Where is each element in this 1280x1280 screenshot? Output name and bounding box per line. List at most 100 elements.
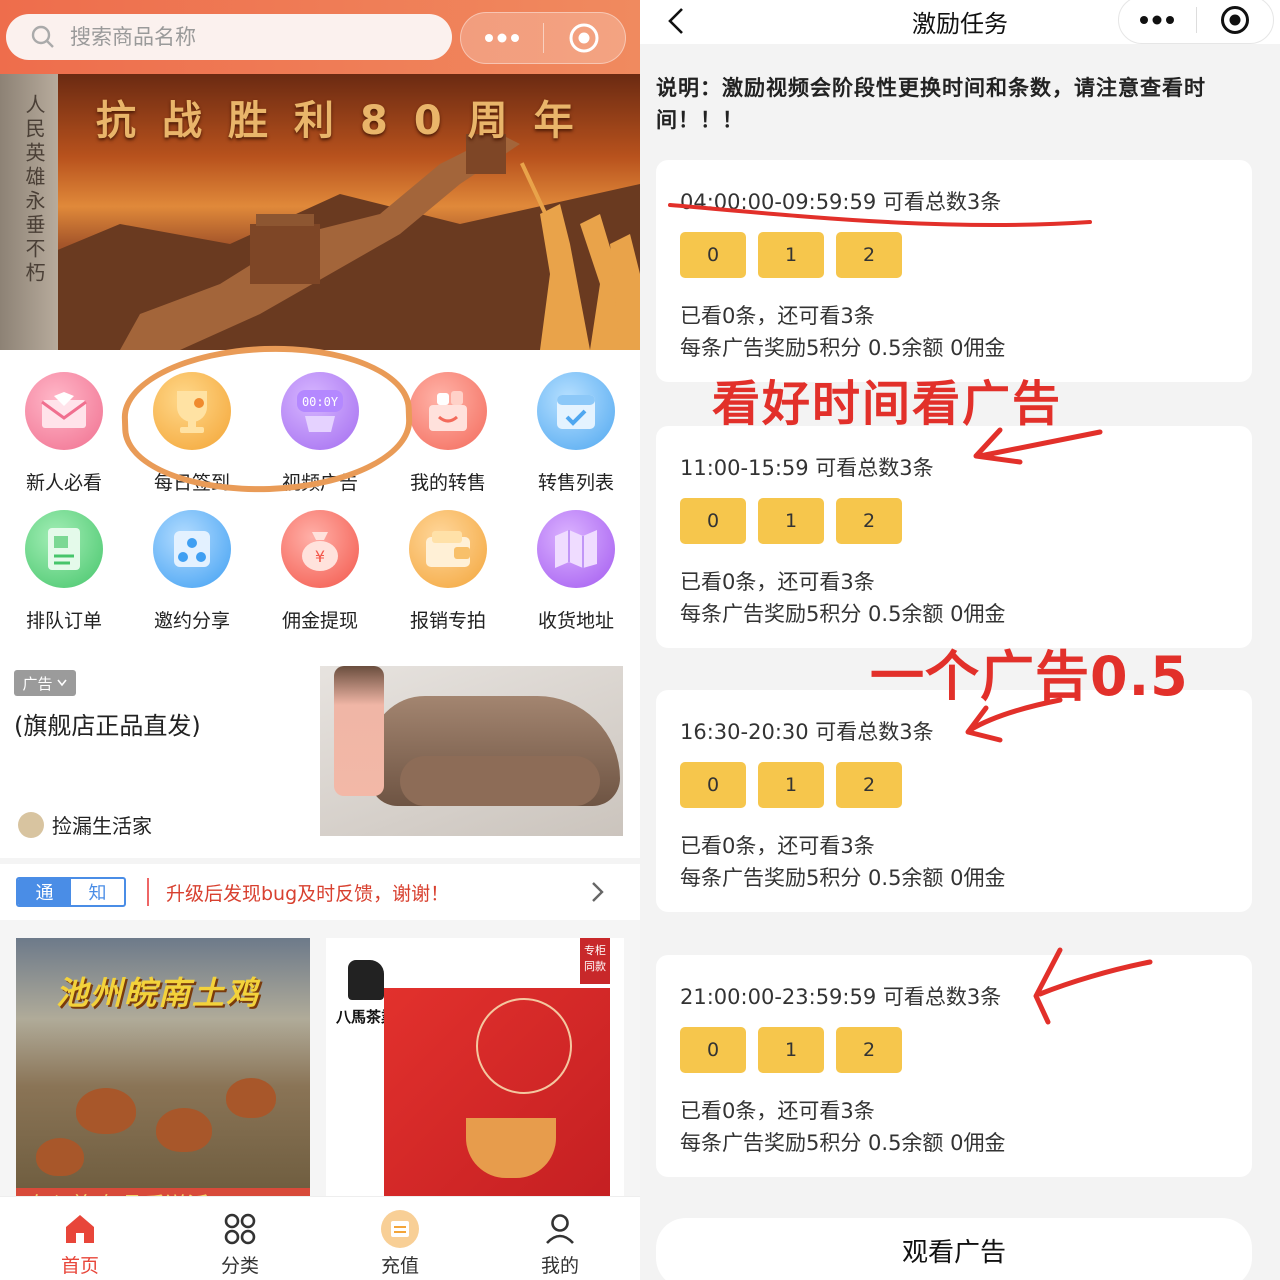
promo-banner[interactable]: 人民英雄永垂不朽 抗战胜利80周年 <box>0 74 640 350</box>
watched-status: 已看0条，还可看3条 <box>680 304 875 328</box>
hen-shape <box>36 1138 84 1176</box>
tab-mine[interactable]: 我的 <box>480 1197 640 1280</box>
tab-label: 充值 <box>380 1255 419 1277</box>
nav-bar: 激励任务 <box>640 0 1280 44</box>
annotation-text: 一个广告0.5 <box>870 645 1189 708</box>
monument-pillar: 人民英雄永垂不朽 <box>0 74 58 350</box>
target-close-icon <box>569 23 599 53</box>
close-miniprogram-button[interactable] <box>1197 0 1274 43</box>
ad-slot-button[interactable]: 1 <box>758 1027 824 1073</box>
grid-item-label: 新人必看 <box>25 472 102 494</box>
notice-text: 升级后发现bug及时反馈，谢谢！ <box>166 883 450 905</box>
more-dots-icon <box>1140 15 1175 25</box>
watched-status: 已看0条，还可看3条 <box>680 834 875 858</box>
ad-block[interactable]: 广告 (旗舰店正品直发) 捡漏生活家 <box>0 660 640 848</box>
ad-slot-button[interactable]: 2 <box>836 762 902 808</box>
brand-avatar <box>18 811 44 838</box>
ad-slot-buttons: 0 1 2 <box>680 1027 914 1073</box>
grid-item-invite-share[interactable]: 邀约分享 <box>128 494 256 634</box>
notice-badge-part2: 知 <box>88 883 107 904</box>
ad-brand: 捡漏生活家 <box>18 810 152 839</box>
chevron-right-icon[interactable] <box>590 880 606 904</box>
time-range: 21:00:00-23:59:59 可看总数3条 <box>680 985 1002 1009</box>
ad-slot-button[interactable]: 1 <box>758 762 824 808</box>
ad-slot-button[interactable]: 1 <box>758 498 824 544</box>
recharge-icon <box>381 1210 419 1248</box>
reward-info: 每条广告奖励5积分 0.5余额 0佣金 <box>680 866 1006 890</box>
grid-item-shipping-address[interactable]: 收货地址 <box>512 494 640 634</box>
ad-slot-button[interactable]: 2 <box>836 498 902 544</box>
ad-slot-buttons: 0 1 2 <box>680 762 914 808</box>
category-grid-icon <box>224 1213 256 1245</box>
ad-slot-button[interactable]: 0 <box>680 232 746 278</box>
more-dots-icon <box>484 33 519 43</box>
bottom-tab-bar: 首页 分类 充值 我的 <box>0 1196 640 1280</box>
envelope-icon <box>25 372 103 450</box>
ad-slot-button[interactable]: 2 <box>836 1027 902 1073</box>
time-range: 16:30-20:30 可看总数3条 <box>680 720 934 744</box>
task-card: 21:00:00-23:59:59 可看总数3条 0 1 2 已看0条，还可看3… <box>656 955 1252 1177</box>
grid-item-resale-list[interactable]: 转售列表 <box>512 356 640 496</box>
hen-shape <box>76 1088 136 1134</box>
ad-image-sofa[interactable] <box>320 666 623 836</box>
search-bar[interactable] <box>6 14 452 60</box>
grid-item-label: 佣金提现 <box>281 610 358 632</box>
sofa-seat <box>400 756 600 806</box>
product-feed: 池州皖南土鸡 自心养鸡 品质送活 八馬茶業 专柜同款 <box>0 920 640 1208</box>
horse-logo-icon <box>348 960 384 1000</box>
ad-slot-button[interactable]: 0 <box>680 1027 746 1073</box>
grid-item-newcomer[interactable]: 新人必看 <box>0 356 128 496</box>
more-menu-button[interactable] <box>461 13 543 63</box>
task-card: 11:00-15:59 可看总数3条 0 1 2 已看0条，还可看3条 每条广告… <box>656 426 1252 648</box>
ad-tag[interactable]: 广告 <box>14 670 76 696</box>
grid-item-label: 转售列表 <box>537 472 614 494</box>
grid-item-label: 邀约分享 <box>153 610 230 632</box>
reward-info: 每条广告奖励5积分 0.5余额 0佣金 <box>680 602 1006 626</box>
hen-shape <box>226 1078 276 1118</box>
notice-badge-part1: 通 <box>18 879 71 905</box>
ad-slot-buttons: 0 1 2 <box>680 498 914 544</box>
banner-title: 抗战胜利80周年 <box>96 98 600 144</box>
tab-recharge[interactable]: 充值 <box>320 1197 480 1280</box>
task-card: 04:00:00-09:59:59 可看总数3条 0 1 2 已看0条，还可看3… <box>656 160 1252 382</box>
chevron-down-icon <box>56 679 67 687</box>
search-input[interactable] <box>70 25 410 49</box>
wallet-icon <box>409 510 487 588</box>
target-close-icon <box>1220 6 1249 34</box>
calendar-icon <box>537 372 615 450</box>
ad-slot-buttons: 0 1 2 <box>680 232 914 278</box>
share-icon <box>153 510 231 588</box>
ad-title: (旗舰店正品直发) <box>14 712 201 740</box>
more-menu-button[interactable] <box>1119 0 1196 43</box>
incentive-task-screen: 激励任务 说明：激励视频会阶段性更换时间和条数，请注意查看时间！！！ 04:00… <box>640 0 1280 1280</box>
watched-status: 已看0条，还可看3条 <box>680 570 875 594</box>
document-icon <box>25 510 103 588</box>
watch-ad-button[interactable]: 观看广告 <box>656 1218 1252 1280</box>
monument-inscription: 人民英雄永垂不朽 <box>22 94 46 286</box>
tab-home[interactable]: 首页 <box>0 1197 160 1280</box>
map-icon <box>537 510 615 588</box>
grid-item-label: 排队订单 <box>25 610 102 632</box>
time-range: 04:00:00-09:59:59 可看总数3条 <box>680 190 1002 214</box>
ad-slot-button[interactable]: 1 <box>758 232 824 278</box>
tab-category[interactable]: 分类 <box>160 1197 320 1280</box>
ad-slot-button[interactable]: 2 <box>836 232 902 278</box>
watched-status: 已看0条，还可看3条 <box>680 1099 875 1123</box>
home-icon <box>66 1215 94 1243</box>
task-card: 16:30-20:30 可看总数3条 0 1 2 已看0条，还可看3条 每条广告… <box>656 690 1252 912</box>
product-card-chicken[interactable]: 池州皖南土鸡 自心养鸡 品质送活 <box>16 938 310 1208</box>
product-card-tea[interactable]: 八馬茶業 专柜同款 <box>326 938 624 1208</box>
product-tag: 专柜同款 <box>580 938 610 984</box>
close-miniprogram-button[interactable] <box>544 13 626 63</box>
reward-info: 每条广告奖励5积分 0.5余额 0佣金 <box>680 1131 1006 1155</box>
grid-item-queue-orders[interactable]: 排队订单 <box>0 494 128 634</box>
ad-slot-button[interactable]: 0 <box>680 762 746 808</box>
grid-item-label: 报销专拍 <box>409 610 486 632</box>
notice-bar[interactable]: 通 知 升级后发现bug及时反馈，谢谢！ <box>0 858 640 914</box>
grid-item-reimburse-auction[interactable]: 报销专拍 <box>384 494 512 634</box>
notice-divider <box>147 878 149 906</box>
notice-badge: 通 知 <box>16 877 126 907</box>
ad-slot-button[interactable]: 0 <box>680 498 746 544</box>
miniprogram-capsule <box>460 12 626 64</box>
grid-item-commission-withdraw[interactable]: ¥ 佣金提现 <box>256 494 384 634</box>
